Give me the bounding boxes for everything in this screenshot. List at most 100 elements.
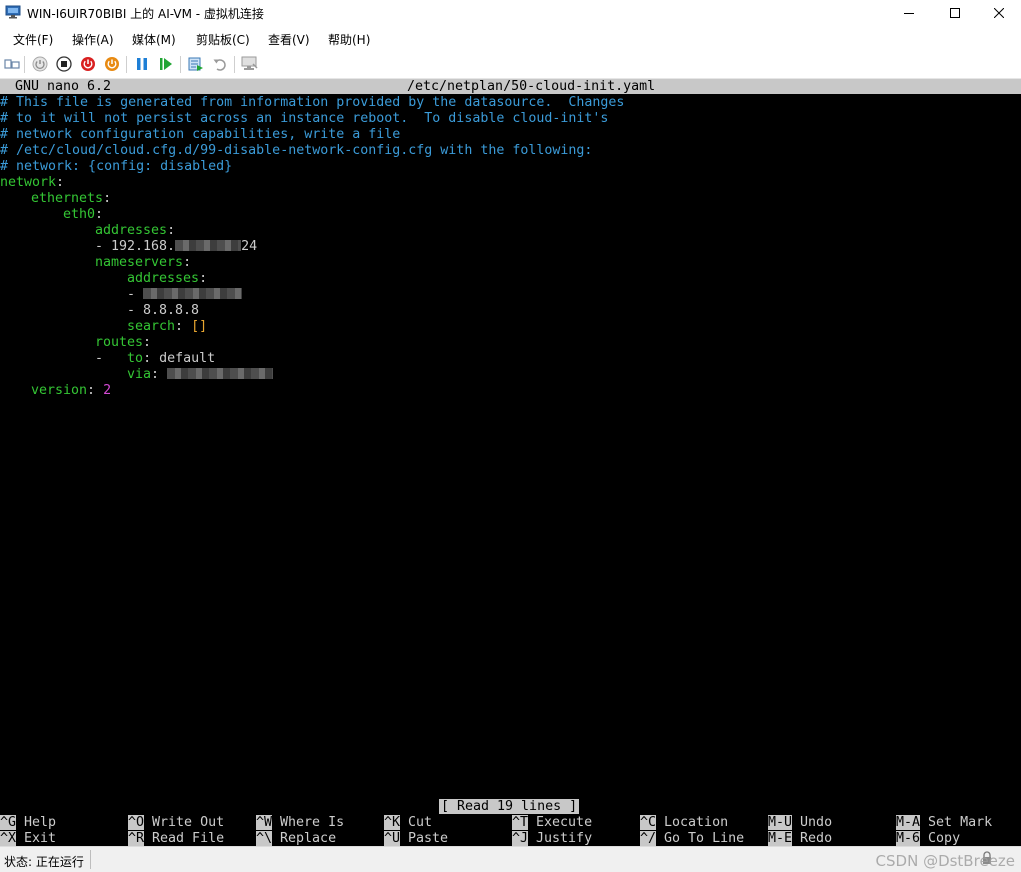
shortcut-label: Execute bbox=[536, 815, 593, 830]
menu-file[interactable]: 文件(F) bbox=[13, 31, 53, 48]
shortcut-label: Help bbox=[24, 815, 57, 830]
toolbar-separator bbox=[234, 56, 235, 73]
shutdown-button[interactable] bbox=[79, 55, 97, 73]
resume-button[interactable] bbox=[157, 55, 175, 73]
shortcut-undo[interactable]: M-U Undo bbox=[768, 815, 832, 830]
shortcut-paste[interactable]: ^U Paste bbox=[384, 831, 448, 846]
close-icon bbox=[994, 8, 1004, 18]
yaml-key: addresses bbox=[95, 223, 168, 238]
yaml-line-route-to: - to: default bbox=[95, 351, 215, 367]
close-button[interactable] bbox=[976, 0, 1021, 26]
redacted-dns bbox=[143, 288, 243, 299]
ip-address-prefix: - 192.168. bbox=[95, 239, 176, 254]
shortcut-key: ^\ bbox=[256, 831, 273, 846]
shortcut-justify[interactable]: ^J Justify bbox=[512, 831, 592, 846]
menu-bar: 文件(F) 操作(A) 媒体(M) 剪贴板(C) 查看(V) 帮助(H) bbox=[0, 27, 1021, 51]
yaml-line-version: version: 2 bbox=[31, 383, 111, 399]
save-state-button[interactable] bbox=[103, 55, 121, 73]
menu-media[interactable]: 媒体(M) bbox=[132, 31, 176, 48]
pause-button[interactable] bbox=[133, 55, 151, 73]
shortcut-replace[interactable]: ^\ Replace bbox=[256, 831, 336, 846]
shortcut-set-mark[interactable]: M-A Set Mark bbox=[896, 815, 992, 830]
shortcut-key: ^G bbox=[0, 815, 17, 830]
yaml-colon: : bbox=[87, 383, 96, 398]
shortcut-go-to-line[interactable]: ^/ Go To Line bbox=[640, 831, 744, 846]
shortcut-help[interactable]: ^G Help bbox=[0, 815, 56, 830]
toolbar bbox=[0, 51, 1021, 79]
shortcut-key: ^T bbox=[512, 815, 529, 830]
shortcut-key: ^X bbox=[0, 831, 17, 846]
minimize-icon bbox=[904, 13, 914, 14]
shortcut-execute[interactable]: ^T Execute bbox=[512, 815, 592, 830]
yaml-colon: : bbox=[95, 207, 104, 222]
yaml-colon: : bbox=[175, 319, 184, 334]
shutdown-icon bbox=[81, 57, 95, 71]
comment-line: # network configuration capabilities, wr… bbox=[0, 127, 401, 142]
yaml-line-route-via: via: bbox=[127, 367, 274, 383]
minimize-button[interactable] bbox=[886, 0, 932, 26]
comment-line: # to it will not persist across an insta… bbox=[0, 111, 609, 126]
yaml-key: via bbox=[127, 367, 152, 382]
status-separator bbox=[90, 850, 91, 869]
toolbar-separator bbox=[180, 56, 181, 73]
yaml-colon: : bbox=[143, 351, 152, 366]
shortcut-exit[interactable]: ^X Exit bbox=[0, 831, 56, 846]
comment-line: # /etc/cloud/cloud.cfg.d/99-disable-netw… bbox=[0, 143, 593, 158]
yaml-line-nameservers: nameservers: bbox=[95, 255, 191, 271]
list-dash: - bbox=[95, 351, 104, 366]
revert-button[interactable] bbox=[211, 55, 229, 73]
shortcut-key: ^U bbox=[384, 831, 401, 846]
shortcut-label: Set Mark bbox=[928, 815, 993, 830]
ctrl-alt-del-icon bbox=[4, 59, 20, 69]
title-bar[interactable]: WIN-I6UIR70BIBI 上的 AI-VM - 虚拟机连接 bbox=[0, 0, 1021, 26]
shortcut-key: M-U bbox=[768, 815, 793, 830]
nano-header-bar: GNU nano 6.2 /etc/netplan/50-cloud-init.… bbox=[0, 79, 1021, 94]
ctrl-alt-del-button[interactable] bbox=[3, 55, 21, 73]
resume-icon bbox=[160, 58, 172, 70]
vm-status-text: 状态: 正在运行 bbox=[4, 855, 84, 869]
shortcut-write-out[interactable]: ^O Write Out bbox=[128, 815, 224, 830]
shortcut-where-is[interactable]: ^W Where Is bbox=[256, 815, 344, 830]
pause-icon bbox=[137, 58, 147, 70]
shortcut-read-file[interactable]: ^R Read File bbox=[128, 831, 224, 846]
shortcut-label: Justify bbox=[536, 831, 593, 846]
yaml-line-dns1: - bbox=[127, 287, 243, 303]
yaml-key: version bbox=[31, 383, 88, 398]
shortcut-label: Where Is bbox=[280, 815, 345, 830]
yaml-colon: : bbox=[151, 367, 160, 382]
yaml-key: search bbox=[127, 319, 176, 334]
shortcut-key: ^C bbox=[640, 815, 657, 830]
shortcut-key: M-6 bbox=[896, 831, 921, 846]
checkpoint-button[interactable] bbox=[187, 55, 205, 73]
menu-view[interactable]: 查看(V) bbox=[268, 31, 310, 48]
shortcut-label: Write Out bbox=[152, 815, 225, 830]
maximize-icon bbox=[950, 8, 960, 18]
menu-clipboard[interactable]: 剪贴板(C) bbox=[196, 31, 250, 48]
shortcut-redo[interactable]: M-E Redo bbox=[768, 831, 832, 846]
yaml-key: eth0 bbox=[63, 207, 96, 222]
yaml-colon: : bbox=[143, 335, 152, 350]
power-icon bbox=[105, 57, 119, 71]
start-icon bbox=[32, 56, 48, 72]
shortcut-label: Cut bbox=[408, 815, 433, 830]
yaml-key: routes bbox=[95, 335, 144, 350]
menu-help[interactable]: 帮助(H) bbox=[328, 31, 370, 48]
vm-console[interactable]: GNU nano 6.2 /etc/netplan/50-cloud-init.… bbox=[0, 79, 1021, 846]
menu-action[interactable]: 操作(A) bbox=[72, 31, 114, 48]
shortcut-key: M-A bbox=[896, 815, 921, 830]
shortcut-copy[interactable]: M-6 Copy bbox=[896, 831, 960, 846]
start-button[interactable] bbox=[31, 55, 49, 73]
enhanced-session-button[interactable] bbox=[241, 55, 259, 73]
shortcut-cut[interactable]: ^K Cut bbox=[384, 815, 432, 830]
yaml-key: network bbox=[0, 175, 57, 190]
shortcut-location[interactable]: ^C Location bbox=[640, 815, 728, 830]
yaml-colon: : bbox=[183, 255, 192, 270]
maximize-button[interactable] bbox=[932, 0, 978, 26]
enhanced-session-icon bbox=[241, 56, 258, 70]
yaml-colon: : bbox=[103, 191, 112, 206]
turn-off-button[interactable] bbox=[55, 55, 73, 73]
nano-filename: /etc/netplan/50-cloud-init.yaml bbox=[407, 79, 656, 94]
yaml-line-search: search: [] bbox=[127, 319, 207, 335]
yaml-colon: : bbox=[167, 223, 176, 238]
shortcut-key: ^K bbox=[384, 815, 401, 830]
